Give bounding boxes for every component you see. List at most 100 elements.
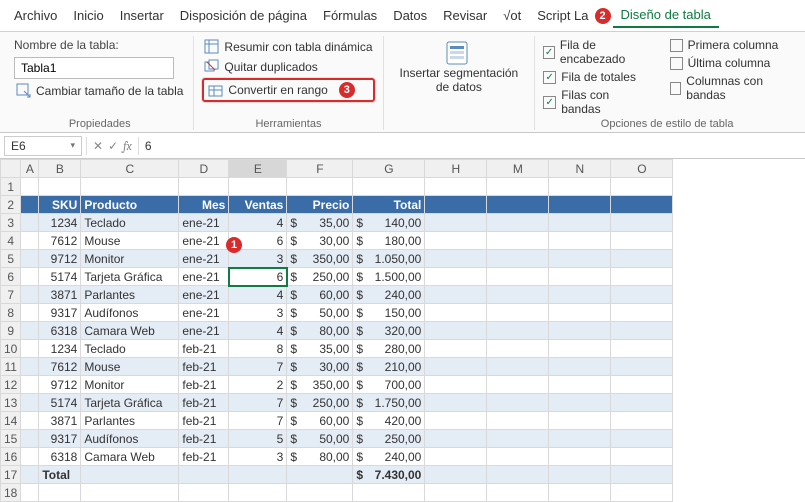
cell-producto[interactable]: Tarjeta Gráfica [81, 268, 179, 286]
cell[interactable] [21, 214, 39, 232]
cell-producto[interactable]: Mouse [81, 358, 179, 376]
cell[interactable] [487, 466, 549, 484]
menu-script[interactable]: Script La [529, 4, 596, 27]
cell-ventas[interactable]: 5 [229, 430, 287, 448]
cell[interactable] [21, 304, 39, 322]
grand-total[interactable]: $7.430,00 [353, 466, 425, 484]
cell-ventas[interactable]: 3 [229, 304, 287, 322]
cell[interactable] [549, 268, 611, 286]
col-C[interactable]: C [81, 160, 179, 178]
chk-last-column[interactable]: Última columna [670, 56, 791, 70]
cell-total[interactable]: $320,00 [353, 322, 425, 340]
cell[interactable] [287, 484, 353, 502]
row-header[interactable]: 13 [1, 394, 21, 412]
col-G[interactable]: G [353, 160, 425, 178]
cell[interactable] [425, 214, 487, 232]
cell-precio[interactable]: $35,00 [287, 214, 353, 232]
cell[interactable] [487, 250, 549, 268]
cell[interactable] [21, 286, 39, 304]
row-header[interactable]: 5 [1, 250, 21, 268]
cell[interactable] [39, 178, 81, 196]
cell-producto[interactable]: Mouse [81, 232, 179, 250]
cell[interactable] [487, 412, 549, 430]
hdr-producto[interactable]: Producto [81, 196, 179, 214]
cell[interactable] [487, 340, 549, 358]
cell[interactable] [425, 412, 487, 430]
cell[interactable] [549, 232, 611, 250]
cell[interactable] [611, 286, 673, 304]
hdr-ventas[interactable]: Ventas [229, 196, 287, 214]
row-header[interactable]: 16 [1, 448, 21, 466]
cell[interactable] [179, 484, 229, 502]
cell[interactable] [425, 232, 487, 250]
cell[interactable] [549, 178, 611, 196]
cell[interactable] [549, 394, 611, 412]
cell-precio[interactable]: $60,00 [287, 286, 353, 304]
name-box-dropdown-icon[interactable]: ▾ [70, 140, 75, 151]
cell[interactable] [549, 358, 611, 376]
hdr-total[interactable]: Total [353, 196, 425, 214]
cell-total[interactable]: $240,00 [353, 286, 425, 304]
menu-vot[interactable]: √ot [495, 4, 529, 27]
cell[interactable] [21, 268, 39, 286]
cell[interactable] [425, 340, 487, 358]
cell-ventas[interactable]: 7 [229, 412, 287, 430]
row-header[interactable]: 12 [1, 376, 21, 394]
cell-sku[interactable]: 3871 [39, 286, 81, 304]
cell-total[interactable]: $700,00 [353, 376, 425, 394]
cell[interactable] [549, 340, 611, 358]
cell-total[interactable]: $180,00 [353, 232, 425, 250]
cell-mes[interactable]: feb-21 [179, 394, 229, 412]
cell-ventas[interactable]: 2 [229, 376, 287, 394]
row-header[interactable]: 17 [1, 466, 21, 484]
cell[interactable] [179, 178, 229, 196]
cell-ventas[interactable]: 6 [229, 268, 287, 286]
cell[interactable] [549, 286, 611, 304]
row-header[interactable]: 9 [1, 322, 21, 340]
cell[interactable] [353, 484, 425, 502]
cell[interactable] [487, 376, 549, 394]
cell[interactable] [21, 376, 39, 394]
cell[interactable] [611, 214, 673, 232]
menu-diseno-tabla[interactable]: Diseño de tabla [613, 3, 719, 28]
cell-sku[interactable]: 9317 [39, 304, 81, 322]
cell-sku[interactable]: 3871 [39, 412, 81, 430]
cell[interactable] [21, 178, 39, 196]
cell-mes[interactable]: feb-21 [179, 340, 229, 358]
cell[interactable] [549, 484, 611, 502]
cell-sku[interactable]: 5174 [39, 394, 81, 412]
cell[interactable] [353, 178, 425, 196]
cell[interactable] [425, 196, 487, 214]
cell[interactable] [549, 322, 611, 340]
insert-slicer-button[interactable]: Insertar segmentación de datos [392, 38, 527, 96]
fx-icon[interactable]: fx [123, 139, 132, 153]
select-all[interactable] [1, 160, 21, 178]
cell[interactable] [549, 430, 611, 448]
cell[interactable] [425, 394, 487, 412]
cell[interactable] [81, 466, 179, 484]
cell[interactable] [21, 412, 39, 430]
cell[interactable] [487, 358, 549, 376]
cell-precio[interactable]: $250,00 [287, 394, 353, 412]
cell[interactable] [425, 322, 487, 340]
col-F[interactable]: F [287, 160, 353, 178]
cell[interactable] [21, 448, 39, 466]
cell-producto[interactable]: Camara Web [81, 322, 179, 340]
cell[interactable] [487, 232, 549, 250]
cell-precio[interactable]: $250,00 [287, 268, 353, 286]
cell-total[interactable]: $150,00 [353, 304, 425, 322]
cell[interactable] [487, 448, 549, 466]
col-O[interactable]: O [611, 160, 673, 178]
cell[interactable] [21, 430, 39, 448]
cell-sku[interactable]: 9712 [39, 250, 81, 268]
cell-mes[interactable]: feb-21 [179, 376, 229, 394]
resize-table-button[interactable]: Cambiar tamaño de la tabla [14, 82, 185, 99]
cell-precio[interactable]: $35,00 [287, 340, 353, 358]
cell-sku[interactable]: 1234 [39, 340, 81, 358]
cell[interactable] [425, 304, 487, 322]
cell[interactable] [425, 466, 487, 484]
cell[interactable] [425, 376, 487, 394]
cell-mes[interactable]: ene-21 [179, 322, 229, 340]
menu-insertar[interactable]: Insertar [112, 4, 172, 27]
cell[interactable] [487, 394, 549, 412]
